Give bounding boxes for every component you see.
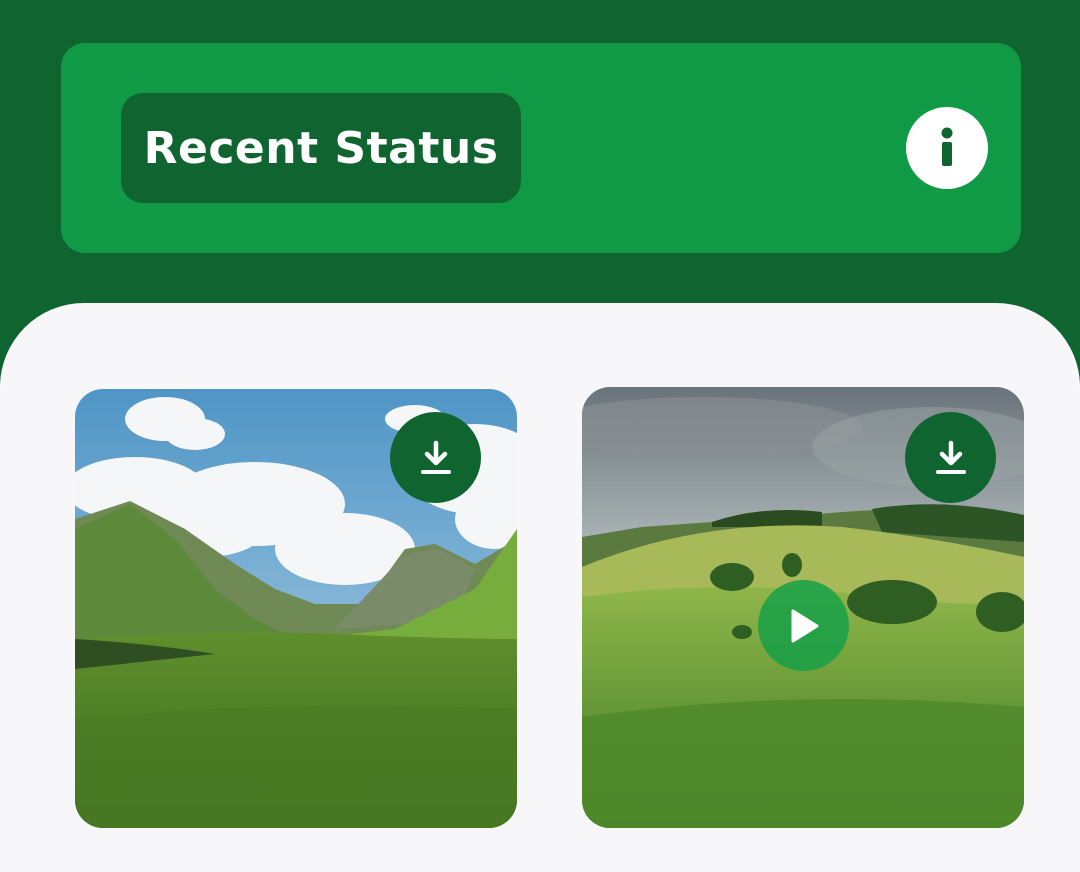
download-icon [935, 440, 966, 474]
title-pill: Recent Status [121, 93, 521, 203]
download-button[interactable] [390, 412, 481, 503]
play-button[interactable] [758, 580, 849, 671]
status-card-video[interactable] [582, 387, 1024, 828]
play-icon [791, 609, 818, 642]
download-button[interactable] [905, 412, 996, 503]
info-button[interactable] [906, 107, 988, 189]
download-icon [420, 440, 451, 474]
page-title: Recent Status [143, 122, 499, 174]
info-icon [941, 127, 953, 166]
header-bar: Recent Status [61, 43, 1021, 253]
status-card-image[interactable] [75, 389, 517, 828]
